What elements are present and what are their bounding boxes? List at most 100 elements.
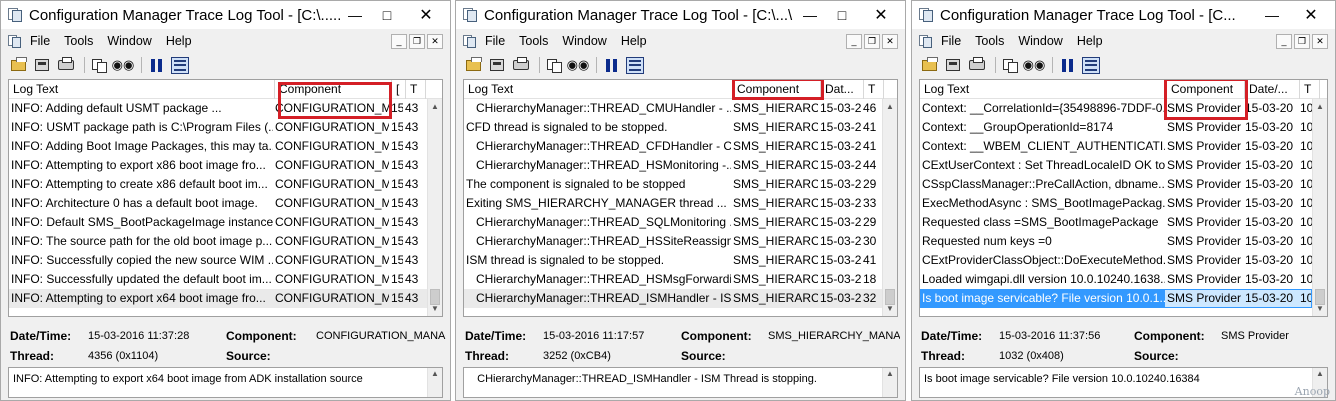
- minimize-icon[interactable]: —: [340, 4, 370, 26]
- column-header-thread[interactable]: T: [1300, 80, 1320, 99]
- print-icon[interactable]: [56, 56, 76, 74]
- log-row[interactable]: ExecMethodAsync : SMS_BootImagePackag...…: [920, 194, 1313, 213]
- copy-icon[interactable]: [544, 56, 564, 74]
- open-folder-icon[interactable]: [463, 56, 483, 74]
- close-icon[interactable]: ✕: [1289, 4, 1333, 26]
- column-header-log-text[interactable]: Log Text: [920, 80, 1167, 99]
- copy-icon[interactable]: [89, 56, 109, 74]
- mdi-restore-icon[interactable]: ❐: [1294, 33, 1310, 49]
- column-header-log-text[interactable]: Log Text: [9, 80, 275, 99]
- menu-tools[interactable]: Tools: [975, 34, 1004, 48]
- log-row[interactable]: The component is signaled to be stopped S…: [464, 175, 882, 194]
- grid-scrollbar[interactable]: ▲ ▼: [882, 99, 897, 316]
- filter-list-icon[interactable]: [1081, 56, 1101, 74]
- print-icon[interactable]: [511, 56, 531, 74]
- scroll-up-icon[interactable]: ▲: [428, 99, 442, 114]
- column-header-component[interactable]: Component: [1167, 80, 1245, 99]
- column-header-component[interactable]: Component: [733, 80, 821, 99]
- log-row[interactable]: CHierarchyManager::THREAD_HSMsgForwardi.…: [464, 270, 882, 289]
- menu-tools[interactable]: Tools: [519, 34, 548, 48]
- log-row[interactable]: INFO: Architecture 0 has a default boot …: [9, 194, 427, 213]
- find-icon[interactable]: ◉◉: [112, 56, 135, 74]
- log-row[interactable]: CExtUserContext : Set ThreadLocaleID OK …: [920, 156, 1313, 175]
- menu-tools[interactable]: Tools: [64, 34, 93, 48]
- menu-window[interactable]: Window: [107, 34, 151, 48]
- log-row[interactable]: CHierarchyManager::THREAD_HSMonitoring -…: [464, 156, 882, 175]
- log-row[interactable]: CSspClassManager::PreCallAction, dbname.…: [920, 175, 1313, 194]
- maximize-icon[interactable]: □: [827, 4, 857, 26]
- log-row[interactable]: INFO: The source path for the old boot i…: [9, 232, 427, 251]
- grid-scrollbar[interactable]: ▲ ▼: [427, 99, 442, 316]
- column-header-thread[interactable]: T: [406, 80, 426, 99]
- column-header-date[interactable]: Date/...: [1245, 80, 1300, 99]
- title-bar[interactable]: Configuration Manager Trace Log Tool - […: [456, 1, 905, 29]
- scroll-down-icon[interactable]: ▼: [883, 301, 897, 316]
- log-row[interactable]: INFO: Attempting to create x86 default b…: [9, 175, 427, 194]
- filter-list-icon[interactable]: [170, 56, 190, 74]
- copy-icon[interactable]: [1000, 56, 1020, 74]
- log-row[interactable]: INFO: Adding default USMT package ... CON…: [9, 99, 427, 118]
- log-row[interactable]: CExtProviderClassObject::DoExecuteMethod…: [920, 251, 1313, 270]
- log-row[interactable]: CHierarchyManager::THREAD_SQLMonitoring …: [464, 213, 882, 232]
- log-row[interactable]: Exiting SMS_HIERARCHY_MANAGER thread ...…: [464, 194, 882, 213]
- log-row[interactable]: Is boot image servicable? File version 1…: [920, 289, 1313, 308]
- menu-file[interactable]: File: [485, 34, 505, 48]
- close-icon[interactable]: ✕: [404, 4, 448, 26]
- column-header-date[interactable]: [: [392, 80, 406, 99]
- filter-list-icon[interactable]: [625, 56, 645, 74]
- mdi-close-icon[interactable]: ✕: [882, 33, 898, 49]
- log-row[interactable]: INFO: USMT package path is C:\Program Fi…: [9, 118, 427, 137]
- close-icon[interactable]: ✕: [859, 4, 903, 26]
- title-bar[interactable]: Configuration Manager Trace Log Tool - […: [1, 1, 450, 29]
- minimize-icon[interactable]: —: [795, 4, 825, 26]
- scroll-up-icon[interactable]: ▲: [1313, 99, 1327, 114]
- scroll-down-icon[interactable]: ▼: [428, 301, 442, 316]
- log-row[interactable]: INFO: Successfully updated the default b…: [9, 270, 427, 289]
- maximize-icon[interactable]: □: [372, 4, 402, 26]
- log-row[interactable]: INFO: Adding Boot Image Packages, this m…: [9, 137, 427, 156]
- mdi-restore-icon[interactable]: ❐: [864, 33, 880, 49]
- mdi-minimize-icon[interactable]: _: [846, 33, 862, 49]
- find-icon[interactable]: ◉◉: [567, 56, 590, 74]
- menu-help[interactable]: Help: [1077, 34, 1103, 48]
- column-header-component[interactable]: Component: [275, 80, 392, 99]
- log-row[interactable]: Loaded wimgapi.dll version 10.0.10240.16…: [920, 270, 1313, 289]
- save-icon[interactable]: [32, 56, 52, 74]
- log-row[interactable]: CHierarchyManager::THREAD_ISMHandler - I…: [464, 289, 882, 308]
- column-header-thread[interactable]: T: [864, 80, 884, 99]
- column-header-date[interactable]: Dat...: [821, 80, 864, 99]
- open-folder-icon[interactable]: [8, 56, 28, 74]
- log-row[interactable]: Context: __GroupOperationId=8174 SMS Prov…: [920, 118, 1313, 137]
- scroll-up-icon[interactable]: ▲: [883, 99, 897, 114]
- log-row[interactable]: Context: __CorrelationId={35498896-7DDF-…: [920, 99, 1313, 118]
- mdi-close-icon[interactable]: ✕: [1312, 33, 1328, 49]
- pause-icon[interactable]: [601, 56, 621, 74]
- menu-file[interactable]: File: [30, 34, 50, 48]
- mdi-minimize-icon[interactable]: _: [391, 33, 407, 49]
- log-row[interactable]: Context: __WBEM_CLIENT_AUTHENTICATI... SM…: [920, 137, 1313, 156]
- mdi-close-icon[interactable]: ✕: [427, 33, 443, 49]
- save-icon[interactable]: [943, 56, 963, 74]
- menu-window[interactable]: Window: [1018, 34, 1062, 48]
- menu-window[interactable]: Window: [562, 34, 606, 48]
- menu-help[interactable]: Help: [621, 34, 647, 48]
- log-row[interactable]: ISM thread is signaled to be stopped. SMS…: [464, 251, 882, 270]
- find-icon[interactable]: ◉◉: [1023, 56, 1046, 74]
- log-row[interactable]: CFD thread is signaled to be stopped. SMS…: [464, 118, 882, 137]
- title-bar[interactable]: Configuration Manager Trace Log Tool - […: [912, 1, 1335, 29]
- grid-scrollbar[interactable]: ▲ ▼: [1312, 99, 1327, 316]
- scroll-up-icon[interactable]: ▲: [428, 369, 442, 378]
- scroll-up-icon[interactable]: ▲: [1313, 369, 1327, 378]
- menu-file[interactable]: File: [941, 34, 961, 48]
- pause-icon[interactable]: [1057, 56, 1077, 74]
- log-row[interactable]: INFO: Attempting to export x64 boot imag…: [9, 289, 427, 308]
- message-scrollbar[interactable]: ▲: [882, 368, 897, 397]
- log-row[interactable]: Requested num keys =0 SMS Provider 15-03-2…: [920, 232, 1313, 251]
- message-box[interactable]: INFO: Attempting to export x64 boot imag…: [8, 367, 443, 398]
- open-folder-icon[interactable]: [919, 56, 939, 74]
- log-row[interactable]: INFO: Successfully copied the new source…: [9, 251, 427, 270]
- message-scrollbar[interactable]: ▲: [427, 368, 442, 397]
- log-row[interactable]: INFO: Default SMS_BootPackageImage insta…: [9, 213, 427, 232]
- mdi-minimize-icon[interactable]: _: [1276, 33, 1292, 49]
- scroll-down-icon[interactable]: ▼: [1313, 301, 1327, 316]
